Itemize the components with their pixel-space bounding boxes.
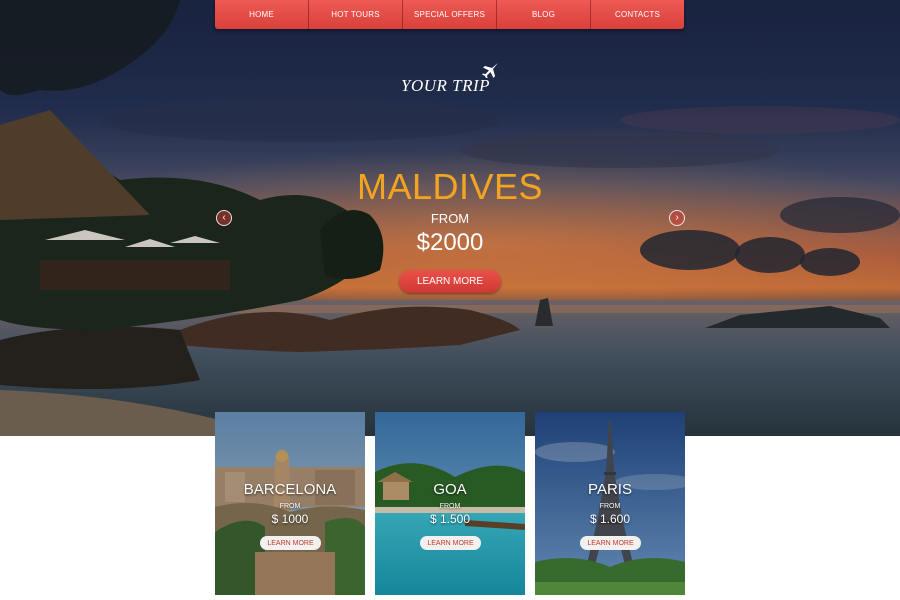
card-learn-more-button[interactable]: LEARN MORE	[420, 536, 481, 550]
hero-slider: HOME HOT TOURS SPECIAL OFFERS BLOG CONTA…	[0, 0, 900, 436]
main-nav: HOME HOT TOURS SPECIAL OFFERS BLOG CONTA…	[215, 0, 684, 29]
card-learn-more-button[interactable]: LEARN MORE	[580, 536, 641, 550]
card-price: $ 1.500	[429, 512, 471, 526]
site-logo[interactable]: YOUR TRIP	[401, 62, 501, 96]
nav-item-home[interactable]: HOME	[215, 0, 309, 29]
slider-next-button[interactable]: ›	[669, 210, 685, 226]
card-learn-more-button[interactable]: LEARN MORE	[260, 536, 321, 550]
slide-from-label: FROM	[430, 211, 470, 226]
chevron-right-icon: ›	[675, 212, 679, 223]
destination-card-goa[interactable]: GOA FROM $ 1.500 LEARN MORE	[375, 412, 525, 595]
nav-item-special-offers[interactable]: SPECIAL OFFERS	[403, 0, 497, 29]
slide-learn-more-button[interactable]: LEARN MORE	[399, 270, 501, 293]
card-from-label: FROM	[439, 503, 461, 510]
card-from-label: FROM	[599, 503, 621, 510]
destination-card-paris[interactable]: PARIS FROM $ 1.600 LEARN MORE	[535, 412, 685, 595]
card-title: GOA	[433, 481, 467, 498]
slider-prev-button[interactable]: ‹	[216, 210, 232, 226]
nav-item-contacts[interactable]: CONTACTS	[591, 0, 684, 29]
destination-card-barcelona[interactable]: BARCELONA FROM $ 1000 LEARN MORE	[215, 412, 365, 595]
chevron-left-icon: ‹	[222, 212, 226, 223]
card-title: BARCELONA	[243, 481, 337, 498]
card-from-label: FROM	[279, 503, 301, 510]
nav-item-blog[interactable]: BLOG	[497, 0, 591, 29]
card-price: $ 1000	[271, 512, 309, 526]
card-price: $ 1.600	[589, 512, 631, 526]
card-title: PARIS	[588, 481, 632, 498]
nav-item-hot-tours[interactable]: HOT TOURS	[309, 0, 403, 29]
airplane-icon	[482, 63, 498, 78]
slide-title: MALDIVES	[356, 166, 544, 207]
logo-text: YOUR TRIP	[401, 76, 491, 95]
slide-price: $2000	[416, 229, 484, 256]
